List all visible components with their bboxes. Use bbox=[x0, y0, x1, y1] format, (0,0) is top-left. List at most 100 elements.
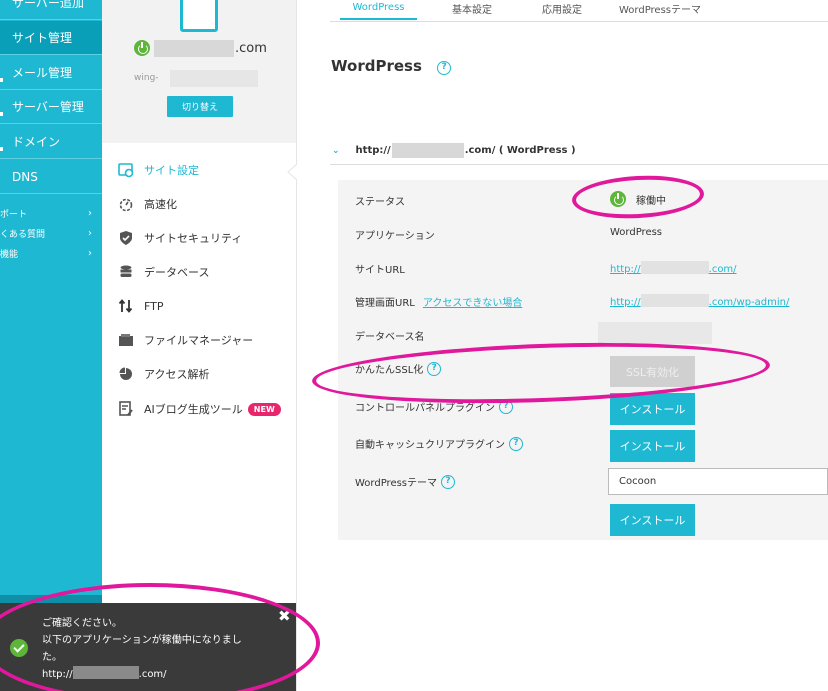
nav-item-server-management[interactable]: サーバー管理 bbox=[0, 90, 102, 124]
ssl-enable-button[interactable]: SSL有効化 bbox=[610, 356, 695, 387]
ssl-label-row: かんたんSSL化 ? bbox=[355, 361, 442, 376]
cp-plugin-label-row: コントロールパネルプラグイン ? bbox=[355, 399, 513, 414]
menu-item-site-security[interactable]: サイトセキュリティ bbox=[118, 227, 242, 249]
menu-item-label: サイト設定 bbox=[144, 164, 199, 177]
tab-wordpress-theme[interactable]: WordPressテーマ bbox=[610, 0, 710, 20]
database-icon bbox=[120, 265, 132, 277]
section-url-suffix: .com/ ( WordPress ) bbox=[464, 145, 576, 156]
nav-item-site-management[interactable]: サイト管理 bbox=[0, 21, 102, 55]
toast-url-prefix: http:// bbox=[42, 669, 73, 680]
tab-wordpress[interactable]: WordPress bbox=[340, 0, 417, 20]
new-badge: NEW bbox=[247, 402, 281, 416]
install-theme-button[interactable]: インストール bbox=[610, 504, 695, 536]
tab-basic-settings[interactable]: 基本設定 bbox=[437, 0, 507, 20]
gear-icon bbox=[118, 163, 134, 178]
help-icon[interactable]: ? bbox=[427, 361, 442, 376]
site-url-link[interactable]: http:// .com/ bbox=[610, 261, 737, 275]
nav-item-label: メール管理 bbox=[12, 66, 73, 80]
panel-divider bbox=[296, 0, 297, 691]
menu-item-label: サイトセキュリティ bbox=[144, 232, 243, 245]
nav-item-dns[interactable]: DNS bbox=[0, 160, 102, 194]
admin-url-label-row: 管理画面URL アクセスできない場合 bbox=[355, 294, 522, 309]
nav-item-domain[interactable]: ドメイン bbox=[0, 125, 102, 159]
menu-item-label: アクセス解析 bbox=[144, 368, 210, 381]
nav-item-label: 機能 bbox=[0, 249, 19, 260]
redacted-domain bbox=[640, 294, 709, 307]
status-text: 稼働中 bbox=[636, 195, 666, 207]
nav-item-label: くある質問 bbox=[0, 229, 46, 240]
nav-item-label: ドメイン bbox=[12, 135, 61, 149]
nav-item-support[interactable]: ポート › bbox=[0, 203, 102, 223]
nav-item-faq[interactable]: くある質問 › bbox=[0, 223, 102, 243]
database-label: データベース名 bbox=[355, 332, 425, 343]
nav-item-label: サイト管理 bbox=[12, 31, 73, 45]
section-url-prefix: http:// bbox=[355, 145, 391, 156]
switch-site-button[interactable]: 切り替え bbox=[167, 96, 233, 117]
install-cp-plugin-button[interactable]: インストール bbox=[610, 393, 695, 425]
redacted-domain bbox=[154, 40, 234, 57]
cannot-access-link[interactable]: アクセスできない場合 bbox=[423, 294, 523, 309]
theme-label-row: WordPressテーマ ? bbox=[355, 474, 456, 489]
left-nav: サーバー追加 サイト管理 メール管理 サーバー管理 ドメイン DNS ポート › … bbox=[0, 0, 102, 691]
nav-item-label: ポート bbox=[0, 209, 28, 220]
theme-select[interactable]: Cocoon bbox=[608, 468, 828, 495]
application-label: アプリケーション bbox=[355, 231, 435, 242]
ssl-label: かんたんSSL化 bbox=[355, 365, 424, 376]
menu-item-access-analysis[interactable]: アクセス解析 bbox=[118, 363, 209, 385]
cp-plugin-label: コントロールパネルプラグイン bbox=[355, 403, 495, 414]
chevron-down-icon[interactable]: ⌄ bbox=[332, 146, 340, 156]
power-status-icon bbox=[610, 191, 626, 207]
admin-url-link[interactable]: http:// .com/wp-admin/ bbox=[610, 294, 789, 308]
install-cache-plugin-button[interactable]: インストール bbox=[610, 430, 695, 462]
toast-url-suffix: .com/ bbox=[138, 669, 167, 680]
chevron-right-icon: › bbox=[88, 207, 92, 219]
help-icon[interactable]: ? bbox=[499, 399, 513, 414]
menu-item-database[interactable]: データベース bbox=[118, 261, 209, 283]
nav-item-features[interactable]: 機能 › bbox=[0, 243, 102, 263]
tab-bar: WordPress 基本設定 応用設定 WordPressテーマ bbox=[330, 0, 828, 22]
nav-item-label: DNS bbox=[12, 169, 38, 184]
menu-item-label: 高速化 bbox=[144, 198, 177, 211]
tab-advanced-settings[interactable]: 応用設定 bbox=[527, 0, 597, 20]
folder-icon bbox=[119, 334, 133, 346]
chevron-right-icon: › bbox=[88, 227, 92, 239]
page-title-text: WordPress bbox=[331, 57, 422, 75]
admin-url-prefix: http:// bbox=[610, 297, 641, 308]
site-url-prefix: http:// bbox=[610, 264, 641, 275]
menu-item-site-settings[interactable]: サイト設定 bbox=[118, 159, 199, 181]
cache-plugin-label: 自動キャッシュクリアプラグイン bbox=[355, 440, 505, 451]
document-edit-icon bbox=[119, 401, 133, 416]
transfer-arrows-icon bbox=[118, 299, 133, 313]
toast-url: http:// .com/ bbox=[42, 666, 262, 683]
shield-check-icon bbox=[120, 231, 132, 245]
pie-chart-icon bbox=[119, 367, 132, 380]
toast-line: 以下のアプリケーションが稼働中になりまし bbox=[42, 635, 242, 646]
check-circle-icon bbox=[10, 639, 28, 657]
nav-item-server-add[interactable]: サーバー追加 bbox=[0, 0, 102, 20]
page-title: WordPress ? bbox=[331, 57, 452, 75]
nav-item-label: サーバー追加 bbox=[12, 0, 84, 10]
menu-item-file-manager[interactable]: ファイルマネージャー bbox=[118, 329, 253, 351]
redacted-domain bbox=[640, 261, 709, 274]
menu-item-label: データベース bbox=[144, 266, 210, 279]
nav-item-mail-management[interactable]: メール管理 bbox=[0, 56, 102, 90]
theme-label: WordPressテーマ bbox=[355, 478, 438, 489]
power-status-icon bbox=[134, 40, 150, 56]
redacted-database-name bbox=[598, 322, 712, 344]
help-icon[interactable]: ? bbox=[441, 474, 456, 489]
toast-line: た。 bbox=[42, 652, 62, 663]
server-id-prefix: wing- bbox=[134, 73, 159, 83]
close-icon[interactable]: ✖ bbox=[278, 607, 291, 625]
toast-line: ご確認ください。 bbox=[42, 618, 122, 629]
chevron-right-icon: › bbox=[88, 247, 92, 259]
help-icon[interactable]: ? bbox=[437, 60, 452, 75]
section-header[interactable]: ⌄ http:// .com/ ( WordPress ) bbox=[330, 137, 828, 165]
status-label: ステータス bbox=[355, 197, 405, 208]
menu-item-ai-blog[interactable]: AIブログ生成ツール NEW bbox=[118, 398, 281, 420]
help-icon[interactable]: ? bbox=[509, 436, 523, 451]
menu-item-label: ファイルマネージャー bbox=[144, 334, 254, 347]
stopwatch-icon bbox=[119, 198, 133, 212]
site-window-icon bbox=[180, 0, 218, 32]
menu-item-speedup[interactable]: 高速化 bbox=[118, 193, 177, 215]
menu-item-ftp[interactable]: FTP bbox=[118, 295, 164, 317]
